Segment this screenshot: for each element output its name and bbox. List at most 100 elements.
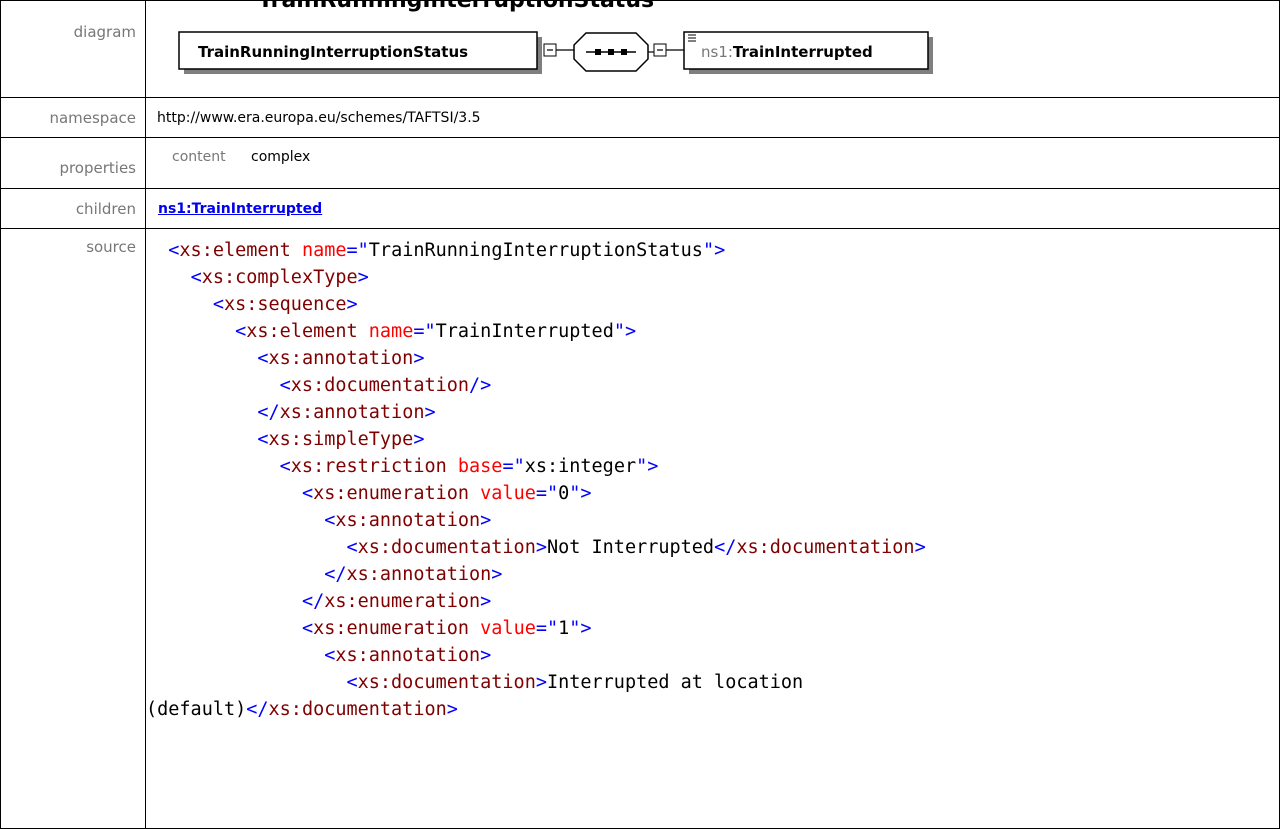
source-token: xs:documentation	[357, 537, 536, 558]
source-line: (default)</xs:documentation>	[146, 699, 458, 720]
source-token: xs:integer	[524, 456, 637, 477]
source-token: >	[346, 294, 358, 315]
source-token: xs:element	[246, 321, 358, 342]
schema-diagram: TrainRunningInterruptionStatus ns1:Train…	[146, 1, 1279, 97]
source-line: <xs:documentation>Interrupted at locatio…	[146, 672, 803, 693]
source-line: </xs:enumeration>	[146, 591, 491, 612]
diagram-row: diagram TrainRunningInterruptionStatus n…	[0, 0, 1280, 98]
source-line: <xs:simpleType>	[146, 429, 424, 450]
source-token: >	[424, 402, 436, 423]
source-token: (default)	[146, 699, 247, 720]
source-token: >	[413, 429, 425, 450]
properties-row: properties content complex	[0, 137, 1280, 189]
source-line: <xs:documentation/>	[146, 375, 492, 396]
source-token: xs:documentation	[268, 699, 447, 720]
source-line: <xs:sequence>	[146, 294, 358, 315]
source-line: <xs:enumeration value="1">	[146, 618, 592, 639]
main-element-name: TrainRunningInterruptionStatus	[198, 43, 468, 61]
source-token: </	[324, 564, 347, 585]
properties-cell: content complex	[145, 137, 1280, 189]
source-token: xs:complexType	[201, 267, 358, 288]
property-value-content: complex	[251, 149, 311, 165]
source-token: >	[480, 591, 492, 612]
source-line: <xs:annotation>	[146, 348, 424, 369]
source-token: 1	[558, 618, 570, 639]
source-token: <	[279, 456, 291, 477]
source-token: xs:documentation	[736, 537, 915, 558]
child-element-name: ns1:TrainInterrupted	[701, 43, 873, 61]
namespace-value: http://www.era.europa.eu/schemes/TAFTSI/…	[157, 110, 481, 126]
source-token: ">	[613, 321, 637, 342]
source-token: >	[914, 537, 926, 558]
source-token: <	[190, 267, 202, 288]
row-label-diagram: diagram	[0, 0, 146, 98]
source-cell: <xs:element name="TrainRunningInterrupti…	[145, 228, 1280, 829]
source-token: TrainInterrupted	[435, 321, 614, 342]
namespace-row: namespace http://www.era.europa.eu/schem…	[0, 97, 1280, 138]
source-token	[469, 483, 480, 504]
source-token: >	[357, 267, 369, 288]
source-token: xs:annotation	[335, 510, 481, 531]
source-line: <xs:element name="TrainRunningInterrupti…	[146, 240, 725, 261]
source-token: <	[301, 483, 314, 504]
source-line: </xs:annotation>	[146, 564, 502, 585]
source-token: <	[257, 429, 269, 450]
schema-diagram-svg: TrainRunningInterruptionStatus ns1:Train…	[178, 31, 933, 74]
source-token: <	[168, 240, 180, 261]
source-token: value	[480, 483, 536, 504]
row-label-namespace: namespace	[0, 97, 146, 138]
source-token: <	[346, 672, 358, 693]
source-token: ">	[569, 483, 592, 504]
source-token: xs:documentation	[290, 375, 470, 396]
source-token: name	[368, 321, 414, 342]
source-token: ">	[636, 456, 659, 477]
source-token: ">	[702, 240, 726, 261]
source-token: name	[301, 240, 347, 261]
source-line: <xs:annotation>	[146, 510, 491, 531]
source-token: </	[714, 537, 737, 558]
source-token: <	[212, 294, 224, 315]
source-token: xs:documentation	[357, 672, 536, 693]
source-token: xs:annotation	[346, 564, 492, 585]
source-token: ="	[502, 456, 525, 477]
source-token: >	[480, 645, 492, 666]
source-token: </	[257, 402, 280, 423]
source-token: >	[480, 510, 492, 531]
source-line: <xs:annotation>	[146, 645, 491, 666]
source-token	[291, 240, 302, 261]
source-token: xs:simpleType	[268, 429, 414, 450]
children-row: children ns1:TrainInterrupted	[0, 188, 1280, 229]
source-token: Interrupted at location	[546, 672, 804, 693]
row-label-children: children	[0, 188, 146, 229]
source-token: ="	[535, 483, 559, 504]
source-token	[358, 321, 369, 342]
row-label-source: source	[0, 228, 146, 829]
source-token: <	[257, 348, 269, 369]
source-token: <	[324, 510, 336, 531]
source-token: xs:enumeration	[324, 591, 481, 612]
child-link-train-interrupted[interactable]: ns1:TrainInterrupted	[146, 189, 322, 217]
children-cell: ns1:TrainInterrupted	[145, 188, 1280, 229]
source-line: <xs:documentation>Not Interrupted</xs:do…	[146, 537, 926, 558]
source-token: >	[446, 699, 458, 720]
element-doc-table: diagram TrainRunningInterruptionStatus n…	[0, 0, 1280, 829]
source-token: xs:enumeration	[313, 618, 470, 639]
source-code: <xs:element name="TrainRunningInterrupti…	[146, 229, 1279, 723]
source-token	[447, 456, 458, 477]
source-token: <	[301, 618, 314, 639]
source-token: ="	[413, 321, 436, 342]
namespace-cell: http://www.era.europa.eu/schemes/TAFTSI/…	[145, 97, 1280, 138]
source-token: xs:sequence	[223, 294, 347, 315]
source-token: </	[301, 591, 325, 612]
source-token: ="	[535, 618, 559, 639]
source-token: ">	[569, 618, 592, 639]
property-key-content: content	[172, 149, 226, 165]
source-token: value	[480, 618, 536, 639]
source-token: />	[469, 375, 492, 396]
source-token: Not Interrupted	[546, 537, 715, 558]
source-line: <xs:restriction base="xs:integer">	[146, 456, 659, 477]
row-label-properties: properties	[0, 137, 146, 189]
source-token: >	[491, 564, 503, 585]
source-token: 0	[558, 483, 570, 504]
source-token: TrainRunningInterruptionStatus	[368, 240, 703, 261]
